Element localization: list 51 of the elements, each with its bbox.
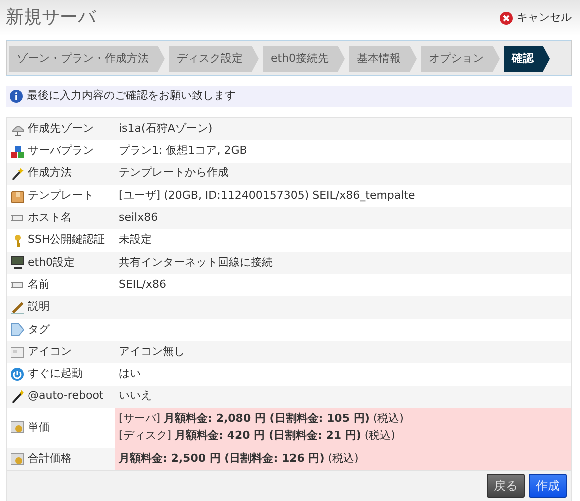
row-label: テンプレート: [28, 188, 94, 204]
row-value: seilx86: [119, 210, 160, 226]
step-tab[interactable]: eth0接続先: [263, 46, 346, 72]
step-tab[interactable]: 基本情報: [349, 46, 418, 72]
close-icon: [500, 12, 513, 24]
row-label: ホスト名: [28, 210, 72, 226]
pencil-icon: [11, 301, 24, 314]
page-title: 新規サーバ: [6, 7, 96, 29]
row-value: [サーバ] 月額料金: 2,080 円 (日割料金: 105 円) (税込): [119, 411, 405, 428]
row-label: サーバプラン: [28, 143, 94, 160]
row-value: [ユーザ] (20GB, ID:112400157305) SEIL/x86_tempalte: [119, 188, 416, 204]
box-icon: [11, 190, 24, 203]
info-icon: [10, 90, 23, 103]
cancel-link[interactable]: キャンセル: [500, 10, 572, 26]
label-icon: [11, 323, 24, 336]
power-icon: [11, 368, 24, 381]
row-value: アイコン無し: [119, 344, 186, 360]
row-value: テンプレートから作成: [119, 165, 230, 182]
create-button[interactable]: 作成: [529, 474, 567, 498]
monitor-icon: [11, 256, 24, 270]
row-value: 月額料金: 2,500 円 (日割料金: 126 円) (税込): [119, 450, 360, 467]
info-message: 最後に入力内容のご確認をお願い致します: [27, 88, 236, 104]
row-value: 未設定: [119, 232, 153, 248]
row-label: 名前: [28, 276, 50, 293]
row-label: 合計価格: [28, 450, 72, 467]
wand-icon: [11, 167, 24, 180]
row-label: SSH公開鍵認証: [28, 232, 106, 248]
row-value: [ディスク] 月額料金: 420 円 (日割料金: 21 円) (税込): [119, 428, 396, 444]
back-button[interactable]: 戻る: [487, 474, 525, 498]
row-label: eth0設定: [28, 254, 76, 271]
row-value: プラン1: 仮想1コア, 2GB: [119, 143, 248, 160]
row-label: タグ: [28, 322, 50, 338]
row-label: 単価: [28, 420, 50, 436]
row-label: @auto-reboot: [28, 388, 104, 404]
row-label: すぐに起動: [28, 366, 83, 382]
row-label: アイコン: [28, 344, 72, 360]
row-label: 作成方法: [28, 165, 72, 182]
row-value: is1a(石狩Aゾーン): [119, 120, 214, 137]
step-tab[interactable]: オプション: [421, 46, 500, 72]
row-value: 共有インターネット回線に接続: [119, 254, 274, 271]
row-value: はい: [119, 366, 142, 382]
blocks-icon: [11, 144, 24, 158]
row-label: 作成先ゾーン: [28, 120, 94, 137]
step-tab[interactable]: 確認: [504, 46, 550, 72]
wand-icon: [11, 390, 24, 404]
row-label: 説明: [28, 299, 50, 316]
picture-frame-icon: [11, 346, 24, 359]
step-tab[interactable]: ゾーン・プラン・作成方法: [9, 46, 165, 72]
row-value: いいえ: [119, 388, 153, 404]
step-tab[interactable]: ディスク設定: [169, 46, 259, 72]
row-value: SEIL/x86: [119, 276, 168, 293]
